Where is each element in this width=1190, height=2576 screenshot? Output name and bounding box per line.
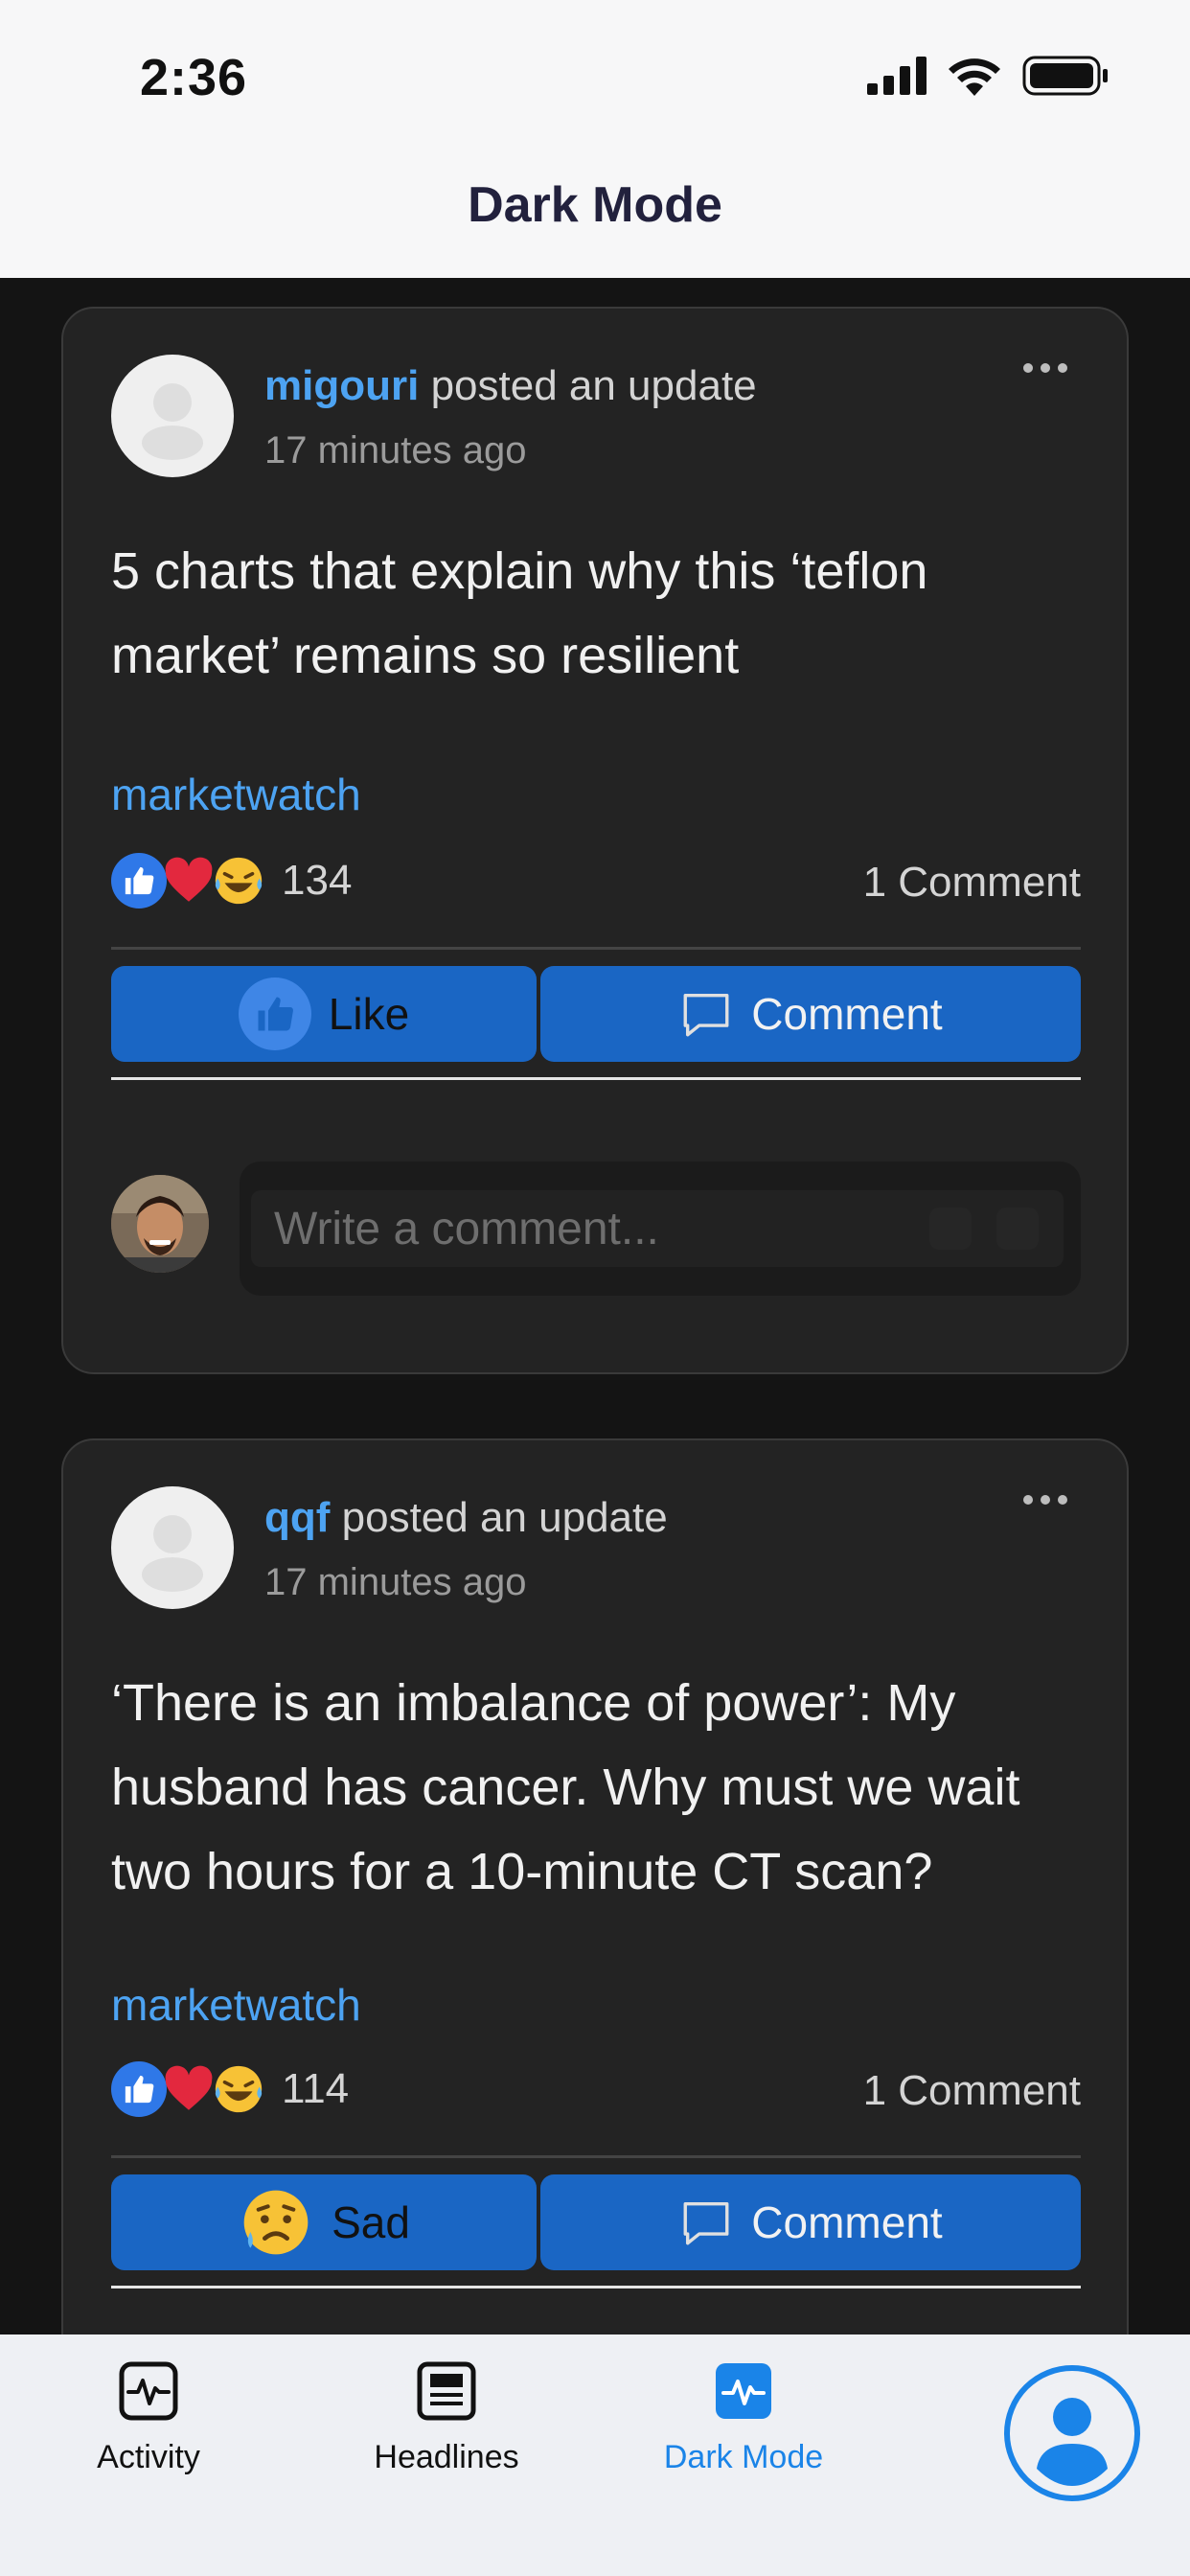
post-action: posted an update [341,1494,668,1541]
sad-face-icon [243,2190,309,2255]
comment-count-link[interactable]: 1 Comment [863,859,1081,907]
signal-icon [867,57,927,95]
heart-icon [161,853,217,908]
like-label: Like [328,989,410,1039]
tab-headlines[interactable]: Headlines [332,2361,561,2476]
activity-icon [119,2361,178,2421]
pulse-icon [716,2363,771,2419]
source-link[interactable]: marketwatch [111,1979,361,2031]
tab-activity[interactable]: Activity [34,2361,263,2476]
post-timestamp: 17 minutes ago [264,429,527,472]
tab-label: Headlines [374,2439,519,2475]
like-icon [238,978,311,1050]
comment-count-link[interactable]: 1 Comment [863,2067,1081,2115]
emoji-icon[interactable] [929,1208,972,1250]
post-text[interactable]: ‘There is an imbalance of power’: My hus… [111,1661,1079,1914]
post-action: posted an update [430,362,757,409]
comment-button[interactable]: Comment [540,966,1081,1062]
laughing-face-icon [211,2061,266,2117]
battery-icon [1022,56,1108,96]
divider [111,947,1081,950]
like-button[interactable]: Like [111,966,537,1062]
more-options-icon[interactable] [1023,358,1067,378]
post-meta: migouri posted an update [264,362,757,410]
comment-label: Comment [751,2197,943,2247]
activity-feed[interactable]: migouri posted an update 17 minutes ago … [0,278,1190,2334]
thumbs-up-icon [111,2061,167,2117]
reaction-count: 114 [282,2065,350,2112]
thumbs-up-icon [111,853,167,908]
tab-label: Activity [97,2439,200,2475]
post-meta: qqf posted an update [264,1494,668,1542]
divider [111,2155,1081,2158]
heart-icon [161,2061,217,2117]
reaction-count: 134 [282,857,353,904]
top-bar: 2:36 Dark Mode [0,0,1190,278]
post-timestamp: 17 minutes ago [264,1561,527,1603]
more-options-icon[interactable] [1023,1490,1067,1509]
send-icon[interactable] [996,1208,1039,1250]
username-link[interactable]: qqf [264,1494,330,1541]
status-icons [867,56,1109,96]
comment-composer [240,1162,1081,1296]
tab-bar: Activity Headlines Dark Mode [0,2334,1190,2576]
tab-dark-mode[interactable]: Dark Mode [629,2361,858,2476]
sad-reaction-button[interactable]: Sad [111,2174,537,2270]
reaction-summary[interactable]: 114 [111,2061,349,2117]
profile-icon[interactable] [1002,2363,1142,2503]
comment-button[interactable]: Comment [540,2174,1081,2270]
status-time: 2:36 [140,49,248,106]
wifi-icon [949,58,1000,96]
sad-label: Sad [332,2197,410,2247]
post-card: migouri posted an update 17 minutes ago … [61,307,1129,1374]
post-text[interactable]: 5 charts that explain why this ‘teflon m… [111,529,1079,698]
comment-bubble-icon [683,993,729,1037]
default-avatar-icon [142,383,203,460]
newspaper-icon [417,2361,476,2421]
avatar[interactable] [111,355,234,477]
source-link[interactable]: marketwatch [111,769,361,820]
comment-bubble-icon [683,2201,729,2245]
username-link[interactable]: migouri [264,362,419,409]
reaction-summary[interactable]: 134 [111,853,352,908]
comment-label: Comment [751,989,943,1039]
post-card: qqf posted an update 17 minutes ago ‘The… [61,1438,1129,2334]
divider [111,1077,1081,1080]
tab-label: Dark Mode [663,2439,824,2475]
laughing-face-icon [211,853,266,908]
avatar[interactable] [111,1486,234,1609]
default-avatar-icon [142,1515,203,1592]
page-title: Dark Mode [468,177,722,233]
divider [111,2286,1081,2288]
current-user-avatar[interactable] [111,1175,209,1273]
